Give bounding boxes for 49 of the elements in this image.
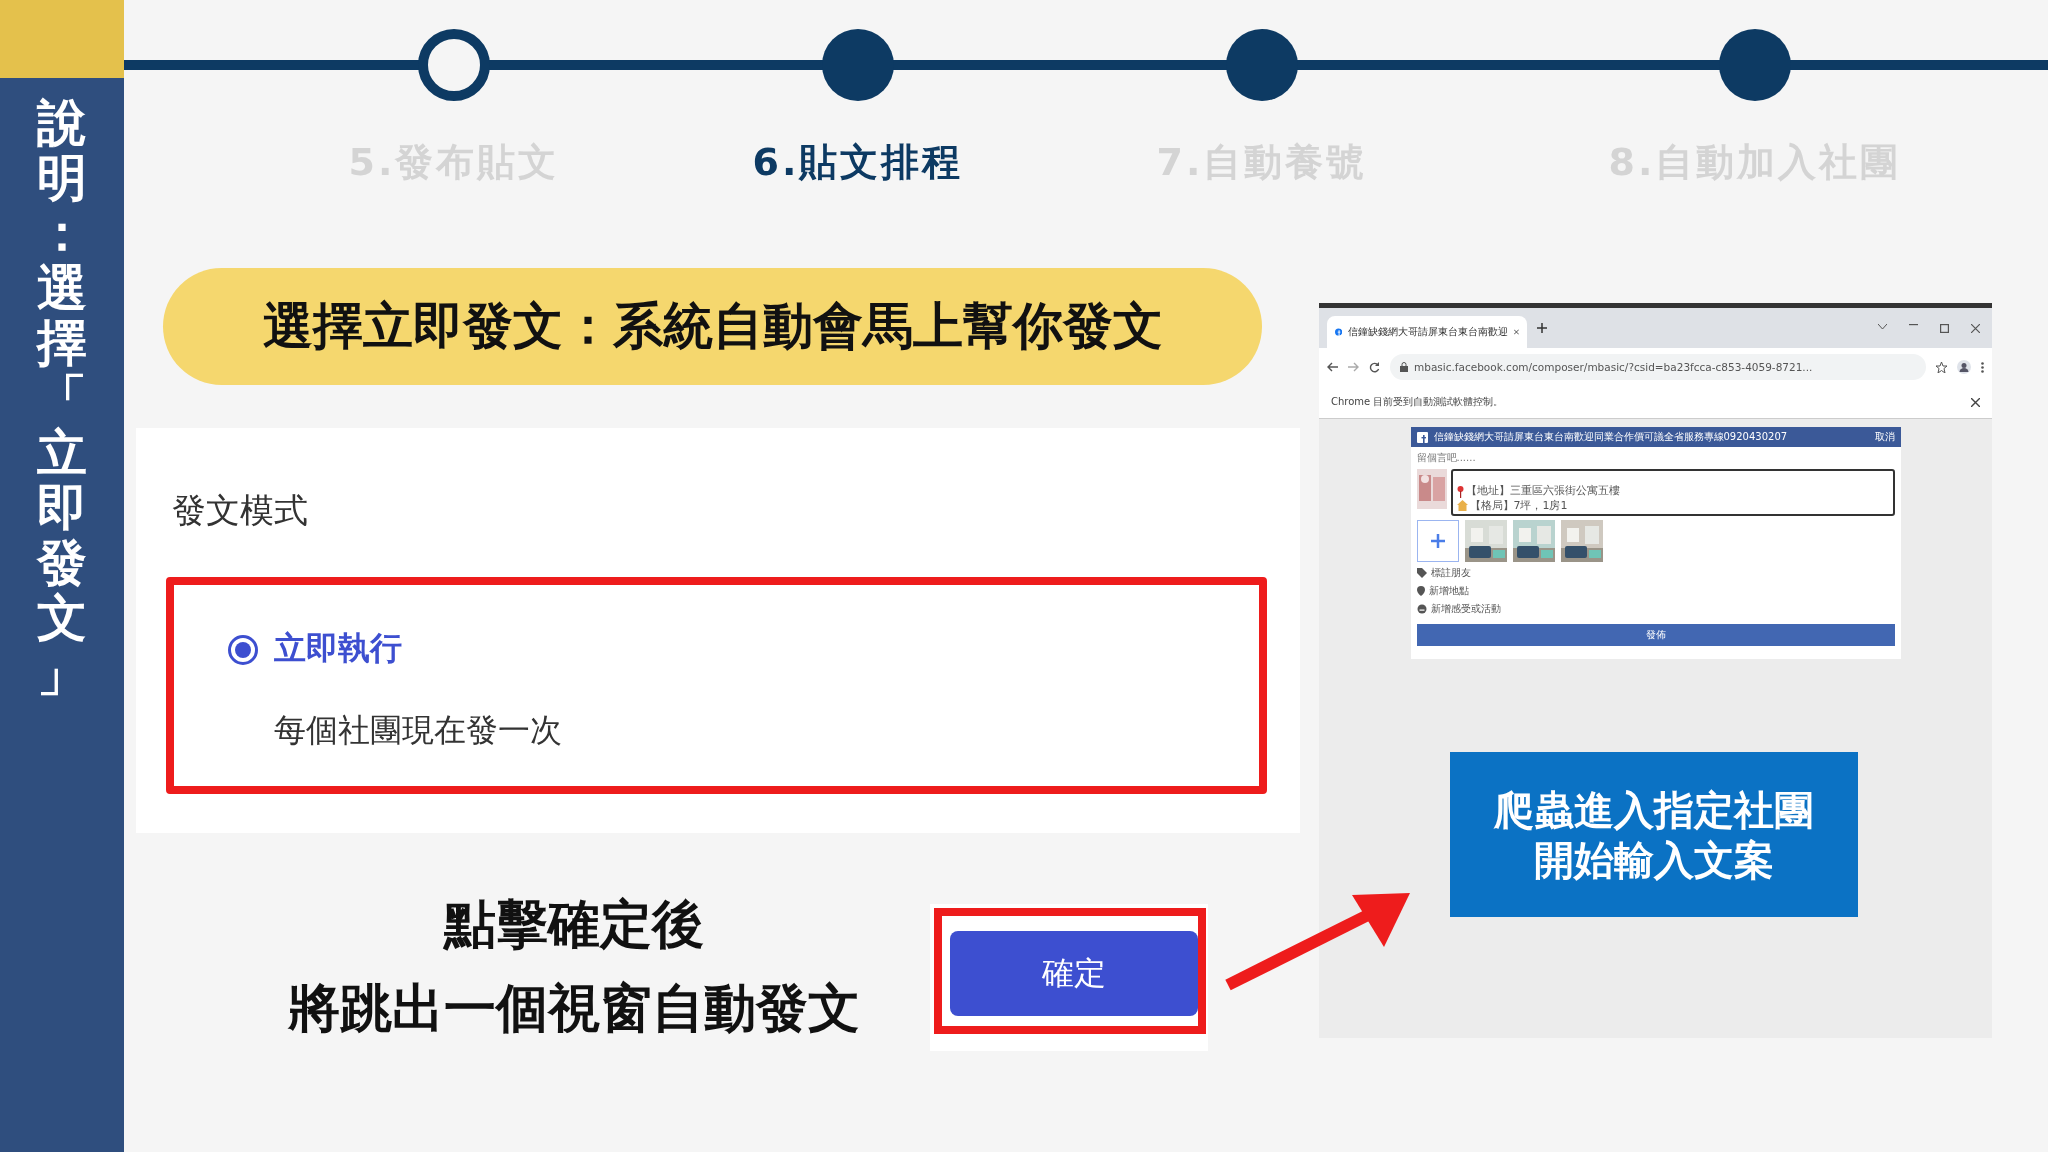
pushpin-icon bbox=[1456, 485, 1464, 498]
url-text: mbasic.facebook.com/composer/mbasic/?csid=ba23fcca-c853-4059-8721... bbox=[1414, 361, 1813, 373]
profile-icon[interactable] bbox=[1957, 360, 1971, 374]
menu-icon[interactable] bbox=[1981, 361, 1984, 373]
add-photo-button[interactable] bbox=[1416, 520, 1459, 562]
smiley-icon bbox=[1416, 604, 1427, 614]
plus-icon[interactable] bbox=[1537, 323, 1547, 333]
lock-icon bbox=[1400, 362, 1408, 372]
radio-button[interactable] bbox=[228, 635, 258, 665]
facebook-icon bbox=[1416, 431, 1428, 443]
post-button[interactable]: 發佈 bbox=[1416, 624, 1895, 646]
maximize-icon[interactable] bbox=[1940, 323, 1949, 333]
tag-icon bbox=[1416, 568, 1427, 578]
house-icon bbox=[1456, 500, 1468, 512]
callout-text: 爬蟲進入指定社團 bbox=[1494, 785, 1814, 835]
tab-title: 信鐘缺錢網大哥請屏東台東台南歡迎 bbox=[1348, 325, 1509, 339]
composer-prompt: 留個言吧...... bbox=[1415, 451, 1477, 465]
automation-notice: Chrome 目前受到自動測試軟體控制。 bbox=[1331, 395, 1504, 409]
chevron-icon[interactable] bbox=[1878, 323, 1887, 330]
facebook-icon bbox=[1335, 326, 1343, 338]
close-icon[interactable] bbox=[1971, 397, 1980, 407]
post-text-line: 【地址】三重區六張街公寓五樓 bbox=[1465, 484, 1620, 499]
plus-icon bbox=[1430, 534, 1445, 548]
composer-action[interactable]: 新增感受或活動 bbox=[1430, 602, 1501, 616]
step-label: 6.貼文排程 bbox=[752, 139, 964, 186]
headline-banner: 選擇立即發文：系統自動會馬上幫你發文 bbox=[163, 268, 1262, 385]
star-icon[interactable] bbox=[1936, 361, 1947, 373]
caption-text: 將跳出一個視窗自動發文 bbox=[288, 977, 860, 1040]
close-icon[interactable] bbox=[1971, 323, 1980, 333]
composer-action[interactable]: 新增地點 bbox=[1428, 584, 1469, 598]
confirm-button[interactable]: 確定 bbox=[950, 931, 1198, 1016]
location-pin-icon bbox=[1416, 586, 1425, 596]
minimize-icon[interactable] bbox=[1909, 323, 1918, 326]
sidebar-title: 說明：選擇「立即發文」 bbox=[37, 96, 87, 701]
post-text-field[interactable]: 【地址】三重區六張街公寓五樓 【格局】7坪，1房1 bbox=[1450, 469, 1895, 516]
post-text-line: 【格局】7坪，1房1 bbox=[1469, 498, 1568, 513]
composer-action[interactable]: 標註朋友 bbox=[1430, 566, 1471, 580]
browser-tab[interactable]: 信鐘缺錢網大哥請屏東台東台南歡迎 bbox=[1327, 316, 1527, 348]
form-title: 發文模式 bbox=[172, 489, 308, 532]
close-icon[interactable] bbox=[1514, 328, 1519, 336]
caption-text: 點擊確定後 bbox=[444, 893, 704, 956]
back-arrow-icon[interactable] bbox=[1327, 362, 1338, 372]
reload-icon[interactable] bbox=[1369, 361, 1380, 373]
group-name: 信鐘缺錢網大哥請屏東台東台南歡迎同業合作價可議全省服務專線0920430207 bbox=[1433, 430, 1788, 444]
callout-text: 開始輸入文案 bbox=[1534, 835, 1774, 885]
cancel-link[interactable]: 取消 bbox=[1874, 430, 1895, 444]
option-description: 每個社團現在發一次 bbox=[274, 710, 562, 751]
address-bar[interactable]: mbasic.facebook.com/composer/mbasic/?csid=ba23fcca-c853-4059-8721... bbox=[1390, 354, 1926, 380]
option-label: 立即執行 bbox=[274, 628, 402, 669]
